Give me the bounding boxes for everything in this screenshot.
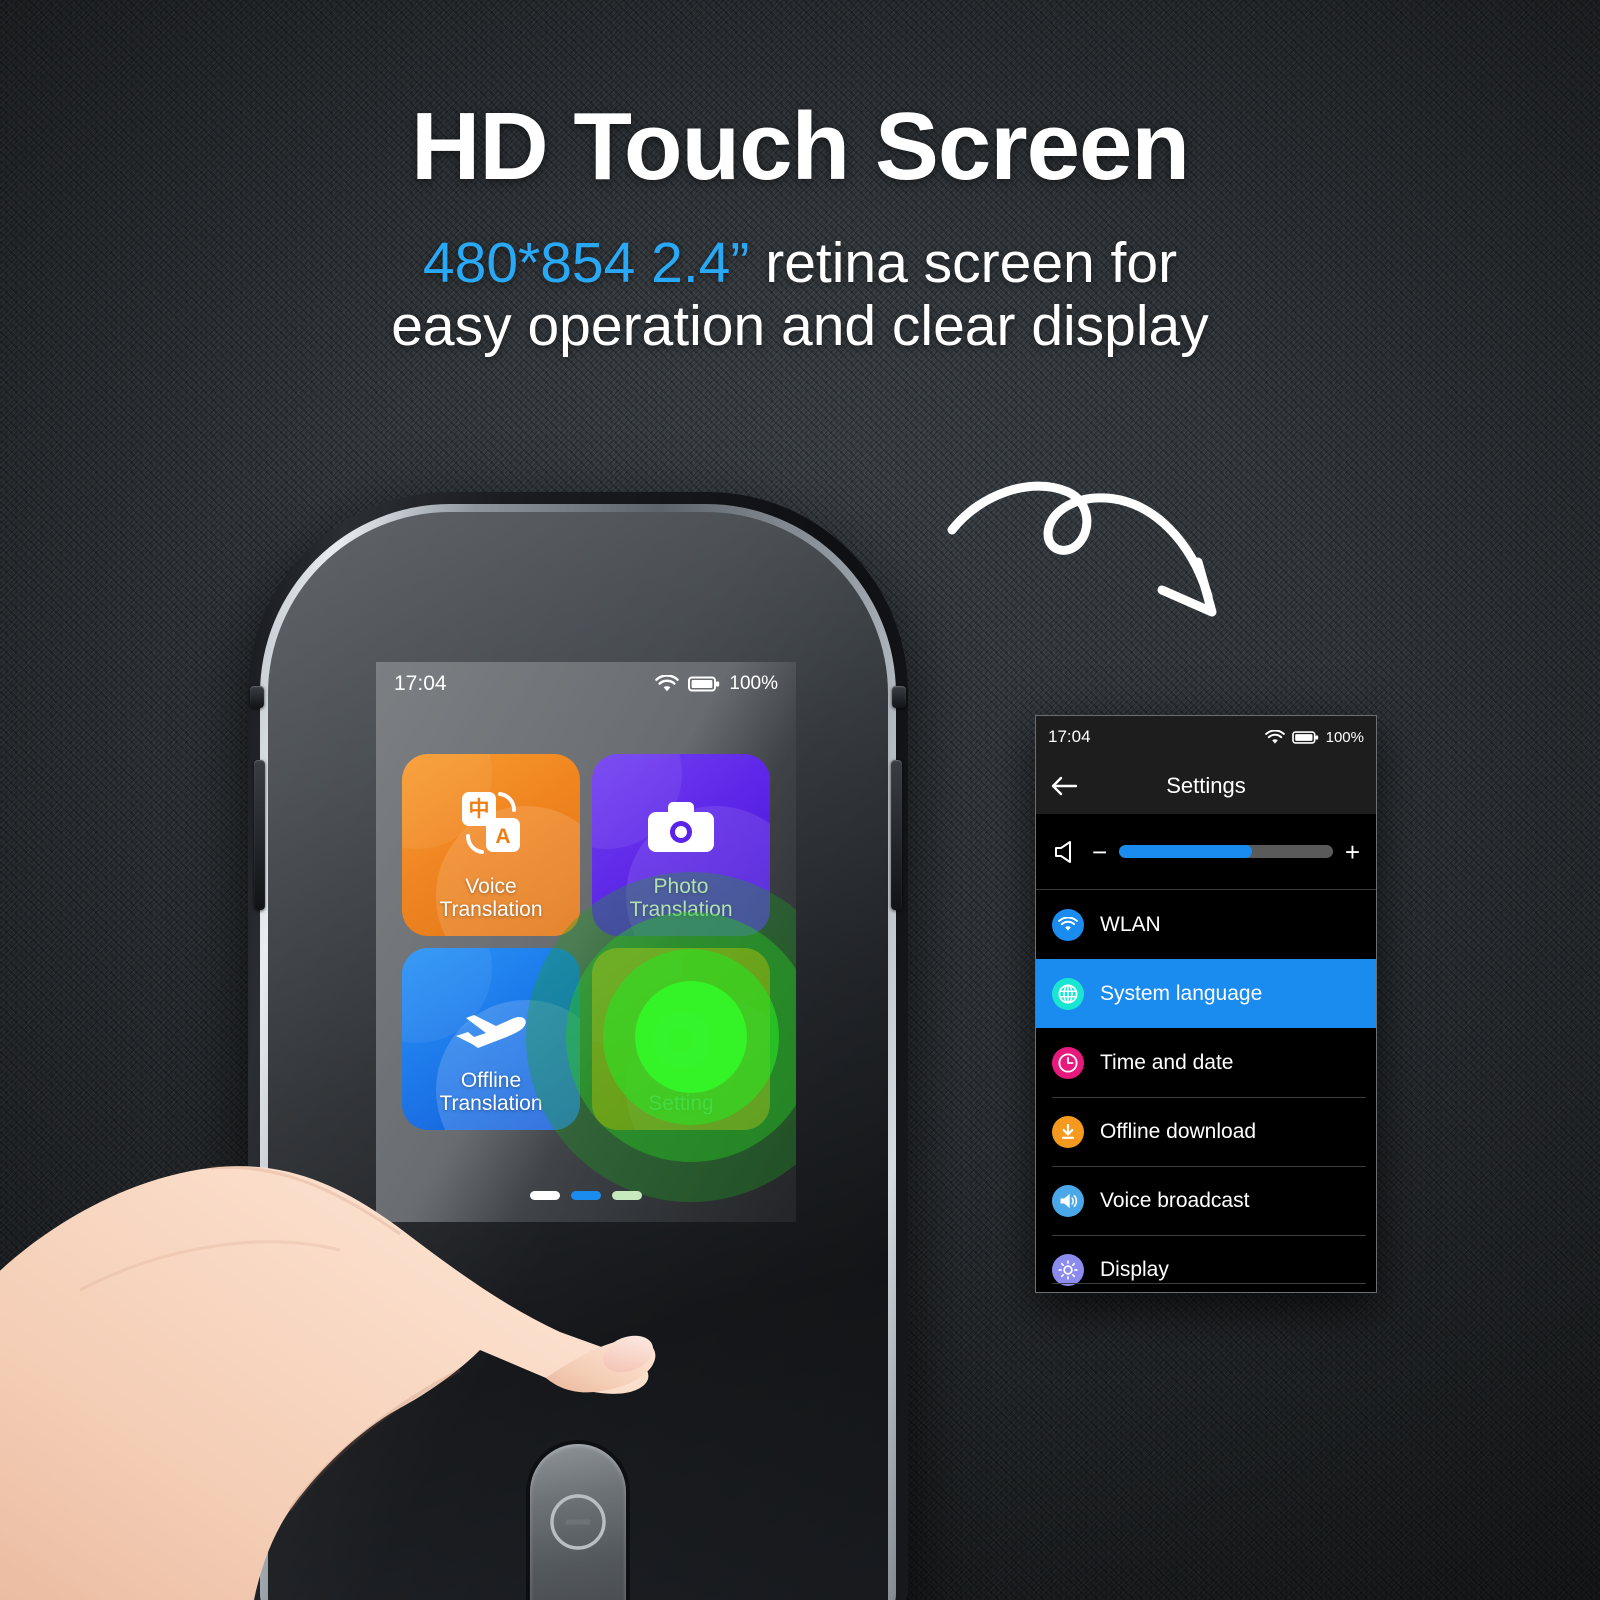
settings-item-label: System language [1100, 981, 1263, 1005]
device-button-right-top[interactable] [892, 686, 906, 708]
panel-title: Settings [1166, 773, 1246, 798]
svg-text:中: 中 [469, 797, 490, 821]
volume-decrease-button[interactable]: − [1092, 839, 1107, 865]
hand-pointing [0, 1165, 656, 1600]
wifi-icon [1052, 908, 1084, 941]
page-title: HD Touch Screen [410, 93, 1190, 200]
battery-icon [688, 676, 720, 692]
settings-item-offline-download[interactable]: Offline download [1036, 1097, 1376, 1166]
curved-arrow-icon [947, 481, 1217, 617]
panel-bottom-divider [1052, 1283, 1366, 1284]
svg-text:A: A [495, 825, 510, 848]
page-subtitle: 480*854 2.4” retina screen for easy oper… [0, 232, 1600, 357]
subtitle-accent-text: 480*854 2.4” [422, 231, 750, 295]
download-icon [1052, 1115, 1084, 1148]
wifi-icon [655, 675, 680, 692]
camera-icon [644, 798, 718, 865]
panel-status-battery-percent: 100% [1325, 728, 1364, 746]
speaker-icon [1052, 1184, 1084, 1217]
device-button-left-long[interactable] [254, 760, 265, 910]
device-button-right-long[interactable] [891, 760, 902, 910]
screen-status-bar: 17:04 100% [376, 662, 796, 706]
settings-item-display[interactable]: Display [1036, 1235, 1376, 1292]
settings-item-label: Voice broadcast [1100, 1188, 1250, 1212]
subtitle-rest-text: retina screen for [749, 231, 1178, 295]
app-tile-voice-translation[interactable]: 中 A Voice Translation [402, 754, 580, 936]
globe-icon [1052, 977, 1084, 1010]
status-battery-percent: 100% [729, 673, 778, 694]
wifi-icon [1264, 729, 1285, 744]
app-tile-photo-translation[interactable]: Photo Translation [592, 754, 770, 936]
volume-control-row[interactable]: − + [1036, 814, 1376, 890]
clock-icon [1052, 1046, 1084, 1079]
panel-status-bar: 17:04 100% [1036, 716, 1376, 758]
volume-slider[interactable] [1119, 845, 1333, 858]
panel-status-time: 17:04 [1048, 727, 1091, 746]
volume-increase-button[interactable]: + [1345, 839, 1360, 865]
app-tile-label: Photo Translation [629, 874, 733, 922]
subtitle-line2-text: easy operation and clear display [391, 293, 1209, 358]
brightness-icon [1052, 1253, 1084, 1286]
status-time: 17:04 [394, 672, 447, 695]
settings-item-voice-broadcast[interactable]: Voice broadcast [1036, 1166, 1376, 1235]
device-button-left-top[interactable] [250, 686, 264, 708]
volume-slider-fill [1119, 845, 1252, 858]
settings-item-label: Time and date [1100, 1050, 1234, 1074]
panel-title-bar: Settings [1036, 758, 1376, 814]
battery-icon [1291, 730, 1318, 744]
settings-item-label: Offline download [1100, 1119, 1257, 1143]
translate-icon: 中 A [454, 786, 528, 865]
app-tile-label: Voice Translation [439, 874, 543, 922]
settings-item-system-language[interactable]: System language [1036, 959, 1376, 1028]
settings-item-label: WLAN [1100, 912, 1161, 936]
settings-item-wlan[interactable]: WLAN [1036, 890, 1376, 959]
settings-item-label: Display [1100, 1257, 1169, 1281]
back-arrow-icon[interactable] [1050, 775, 1078, 797]
settings-item-time-and-date[interactable]: Time and date [1036, 1028, 1376, 1097]
speaker-icon [1055, 840, 1071, 863]
settings-panel: 17:04 100% Settings − + WLAN System lang… [1035, 715, 1377, 1293]
